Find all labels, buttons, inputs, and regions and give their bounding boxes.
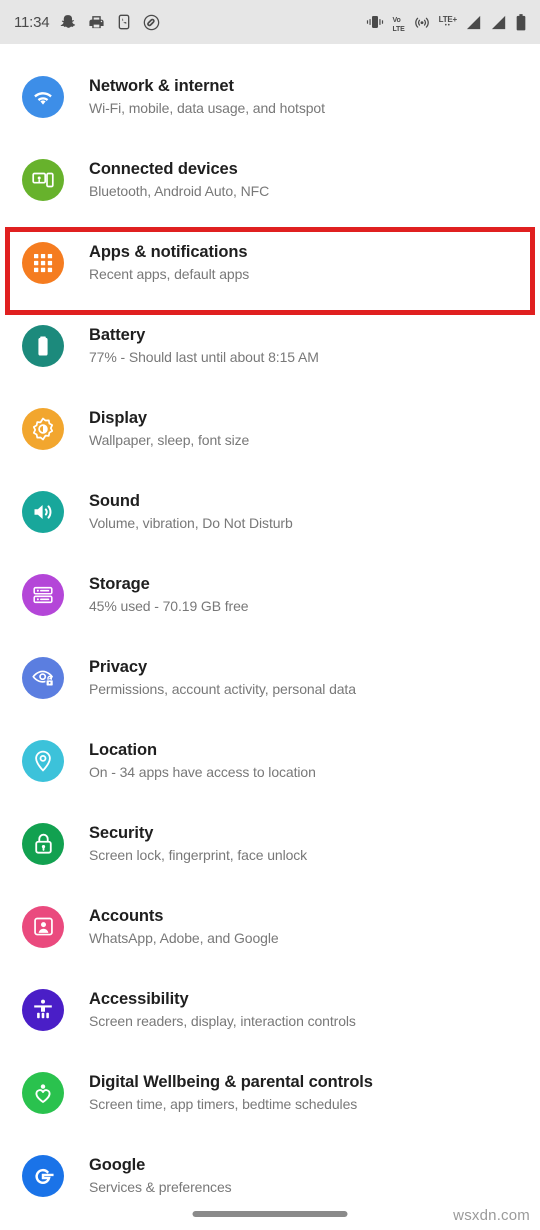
settings-row-digital-wellbeing[interactable]: Digital Wellbeing & parental controls Sc… [0,1051,540,1134]
brightness-icon [22,407,64,450]
row-title: Network & internet [89,76,234,95]
printer-icon [88,14,105,31]
settings-row-security[interactable]: Security Screen lock, fingerprint, face … [0,802,540,885]
storage-icon [22,573,64,616]
settings-row-apps-notifications[interactable]: Apps & notifications Recent apps, defaul… [0,221,540,304]
row-subtitle: Screen time, app timers, bedtime schedul… [89,1095,358,1112]
status-clock: 11:34 [14,13,50,31]
row-title: Location [89,740,157,759]
row-title: Security [89,823,154,842]
watermark: wsxdn.com [453,1207,530,1224]
battery-icon [516,13,526,31]
row-text: Accounts WhatsApp, Adobe, and Google [89,906,279,948]
row-subtitle: Recent apps, default apps [89,265,250,282]
volte-label-bottom: LTE [392,26,405,34]
row-title: Accessibility [89,989,189,1008]
accessibility-icon [22,988,64,1031]
devices-icon [22,158,64,201]
row-subtitle: Volume, vibration, Do Not Disturb [89,514,293,531]
row-subtitle: Wi-Fi, mobile, data usage, and hotspot [89,99,325,116]
settings-row-network-internet[interactable]: Network & internet Wi-Fi, mobile, data u… [0,55,540,138]
vibrate-icon [366,15,384,29]
wifi-icon [22,75,64,118]
lte-dots: •• [444,22,451,29]
gesture-navigation-bar[interactable] [192,1211,348,1217]
volte-label-top: Vo [392,17,401,25]
row-subtitle: 45% used - 70.19 GB free [89,597,249,614]
settings-row-battery[interactable]: Battery 77% - Should last until about 8:… [0,304,540,387]
row-text: Apps & notifications Recent apps, defaul… [89,242,249,284]
row-subtitle: Services & preferences [89,1178,232,1195]
eye-lock-icon [22,656,64,699]
settings-row-display[interactable]: Display Wallpaper, sleep, font size [0,387,540,470]
lock-icon [22,822,64,865]
row-subtitle: Screen lock, fingerprint, face unlock [89,846,308,863]
lte-plus-icon: LTE+ •• [439,15,458,29]
row-subtitle: Wallpaper, sleep, font size [89,431,250,448]
row-text: Storage 45% used - 70.19 GB free [89,574,249,616]
row-text: Security Screen lock, fingerprint, face … [89,823,307,865]
location-pin-icon [22,739,64,782]
row-text: Sound Volume, vibration, Do Not Disturb [89,491,293,533]
snapchat-icon [60,14,77,31]
settings-row-privacy[interactable]: Privacy Permissions, account activity, p… [0,636,540,719]
row-text: Digital Wellbeing & parental controls Sc… [89,1072,373,1114]
row-title: Connected devices [89,159,238,178]
row-subtitle: Permissions, account activity, personal … [89,680,356,697]
settings-row-connected-devices[interactable]: Connected devices Bluetooth, Android Aut… [0,138,540,221]
row-text: Battery 77% - Should last until about 8:… [89,325,319,367]
row-subtitle: Screen readers, display, interaction con… [89,1012,356,1029]
row-subtitle: 77% - Should last until about 8:15 AM [89,348,319,365]
row-title: Battery [89,325,146,344]
row-title: Accounts [89,906,164,925]
settings-row-accounts[interactable]: Accounts WhatsApp, Adobe, and Google [0,885,540,968]
settings-row-location[interactable]: Location On - 34 apps have access to loc… [0,719,540,802]
settings-row-accessibility[interactable]: Accessibility Screen readers, display, i… [0,968,540,1051]
apps-grid-icon [22,241,64,284]
battery-settings-icon [22,324,64,367]
row-text: Accessibility Screen readers, display, i… [89,989,356,1031]
row-title: Sound [89,491,140,510]
phone-app-icon [116,14,132,30]
google-g-icon [22,1154,64,1197]
row-text: Connected devices Bluetooth, Android Aut… [89,159,269,201]
row-title: Google [89,1155,146,1174]
row-title: Display [89,408,147,427]
row-title: Digital Wellbeing & parental controls [89,1072,373,1091]
signal-sim1-icon [466,15,482,30]
hotspot-icon [414,14,430,30]
row-text: Location On - 34 apps have access to loc… [89,740,316,782]
settings-row-storage[interactable]: Storage 45% used - 70.19 GB free [0,553,540,636]
account-icon [22,905,64,948]
settings-row-google[interactable]: Google Services & preferences [0,1134,540,1217]
row-text: Network & internet Wi-Fi, mobile, data u… [89,76,325,118]
wellbeing-heart-icon [22,1071,64,1114]
status-bar-left: 11:34 [14,14,160,31]
shazam-icon [143,14,160,31]
row-text: Display Wallpaper, sleep, font size [89,408,249,450]
status-bar: 11:34 Vo LTE LTE+ •• [0,0,540,44]
settings-list: Network & internet Wi-Fi, mobile, data u… [0,44,540,1217]
volte-icon: Vo LTE [393,10,405,34]
row-text: Privacy Permissions, account activity, p… [89,657,356,699]
row-subtitle: WhatsApp, Adobe, and Google [89,929,279,946]
row-title: Storage [89,574,150,593]
status-bar-right: Vo LTE LTE+ •• [366,10,527,34]
row-title: Privacy [89,657,148,676]
settings-screen: 11:34 Vo LTE LTE+ •• Network & internet … [0,0,540,1230]
row-subtitle: Bluetooth, Android Auto, NFC [89,182,270,199]
signal-sim2-icon [491,15,507,30]
settings-row-sound[interactable]: Sound Volume, vibration, Do Not Disturb [0,470,540,553]
row-title: Apps & notifications [89,242,248,261]
speaker-icon [22,490,64,533]
row-subtitle: On - 34 apps have access to location [89,763,316,780]
row-text: Google Services & preferences [89,1155,232,1197]
